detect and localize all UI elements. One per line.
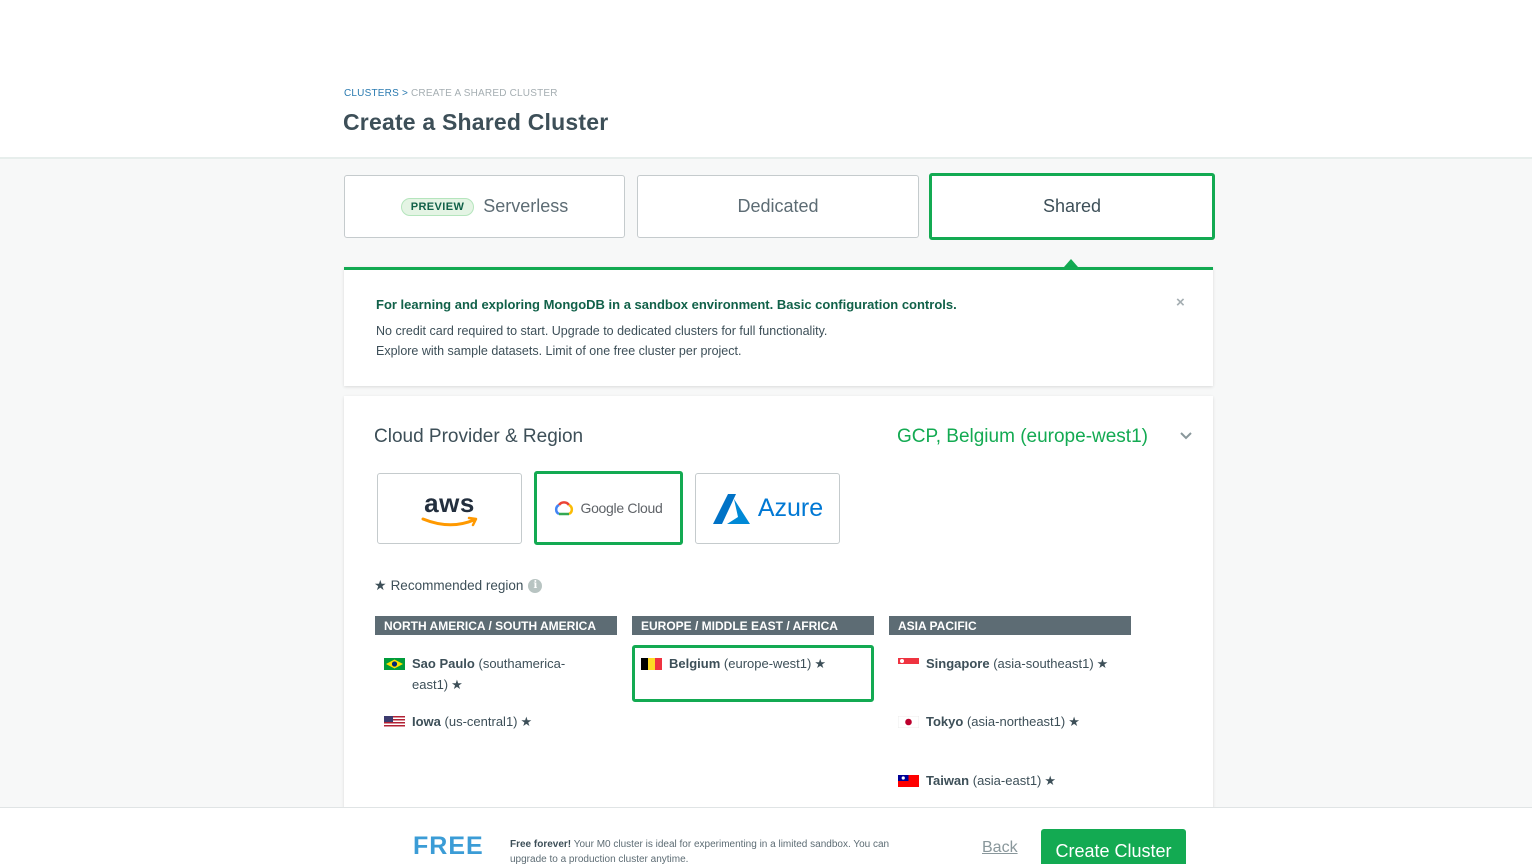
region-taiwan[interactable]: Taiwan (asia-east1) ★ <box>898 770 1138 791</box>
region-tokyo[interactable]: Tokyo (asia-northeast1) ★ <box>898 711 1138 732</box>
region-code: (southamerica- <box>478 656 566 671</box>
region-group-header-americas: NORTH AMERICA / SOUTH AMERICA <box>375 616 617 635</box>
breadcrumb: CLUSTERS > CREATE A SHARED CLUSTER <box>344 88 558 99</box>
provider-aws-card[interactable]: aws <box>377 473 522 544</box>
region-name: Tokyo <box>926 714 964 729</box>
tab-serverless[interactable]: PREVIEW Serverless <box>344 175 625 238</box>
region-iowa[interactable]: Iowa (us-central1) ★ <box>384 711 614 732</box>
breadcrumb-separator: > <box>401 88 408 99</box>
close-icon[interactable]: × <box>1176 294 1185 311</box>
price-description: Free forever! Your M0 cluster is ideal f… <box>510 837 920 864</box>
selected-tab-pointer <box>1064 259 1078 267</box>
star-icon: ★ <box>814 656 827 671</box>
tab-serverless-label: Serverless <box>483 196 569 216</box>
shared-info-banner: For learning and exploring MongoDB in a … <box>344 267 1213 386</box>
recommended-legend: ★ Recommended region i <box>374 577 543 594</box>
region-sao-paulo[interactable]: Sao Paulo (southamerica- east1) ★ <box>384 653 614 695</box>
region-name: Iowa <box>412 714 441 729</box>
google-cloud-icon <box>555 501 574 516</box>
banner-title: For learning and exploring MongoDB in a … <box>376 297 957 312</box>
preview-badge: PREVIEW <box>400 197 475 216</box>
create-cluster-button[interactable]: Create Cluster <box>1041 829 1186 864</box>
azure-label: Azure <box>757 494 824 522</box>
price-label: FREE <box>413 832 484 860</box>
region-belgium[interactable]: Belgium (europe-west1) ★ <box>641 653 869 674</box>
tab-dedicated-label: Dedicated <box>737 196 819 216</box>
star-icon: ★ <box>451 677 463 692</box>
region-code: (us-central1) <box>444 714 518 729</box>
page-title: Create a Shared Cluster <box>343 109 609 135</box>
region-code: (asia-southeast1) <box>993 656 1094 671</box>
back-link[interactable]: Back <box>982 839 1018 857</box>
usa-flag-icon <box>384 716 405 728</box>
region-code: (asia-northeast1) <box>966 714 1066 729</box>
aws-smile-icon <box>421 516 477 526</box>
star-icon: ★ <box>374 577 387 593</box>
tab-dedicated[interactable]: Dedicated <box>637 175 919 238</box>
tab-shared[interactable]: Shared <box>929 173 1215 240</box>
region-singapore[interactable]: Singapore (asia-southeast1) ★ <box>898 653 1138 674</box>
region-group-header-emea: EUROPE / MIDDLE EAST / AFRICA <box>632 616 874 635</box>
japan-flag-icon <box>898 716 919 728</box>
region-code: (europe-west1) <box>723 656 812 671</box>
selected-region-summary[interactable]: GCP, Belgium (europe-west1) <box>897 426 1148 448</box>
banner-line-1: No credit card required to start. Upgrad… <box>376 324 828 338</box>
star-icon: ★ <box>520 714 533 729</box>
provider-azure-card[interactable]: Azure <box>695 473 840 544</box>
region-name: Sao Paulo <box>412 656 475 671</box>
azure-icon <box>712 493 750 524</box>
breadcrumb-clusters-link[interactable]: CLUSTERS <box>344 88 399 99</box>
star-icon: ★ <box>1044 773 1057 788</box>
region-name: Taiwan <box>926 773 970 788</box>
region-code: (asia-east1) <box>972 773 1042 788</box>
gcp-label: Google Cloud <box>580 500 663 516</box>
aws-label: aws <box>424 487 475 518</box>
banner-line-2: Explore with sample datasets. Limit of o… <box>376 344 742 358</box>
star-icon: ★ <box>1096 656 1109 671</box>
page-header: CLUSTERS > CREATE A SHARED CLUSTER Create … <box>0 0 1532 159</box>
footer-bar: FREE Free forever! Your M0 cluster is id… <box>0 807 1532 864</box>
region-name: Belgium <box>669 656 721 671</box>
cloud-provider-panel: Cloud Provider & Region GCP, Belgium (eu… <box>344 396 1213 816</box>
singapore-flag-icon <box>898 658 919 670</box>
region-name: Singapore <box>926 656 990 671</box>
info-icon[interactable]: i <box>528 578 543 593</box>
brazil-flag-icon <box>384 658 405 670</box>
breadcrumb-current: CREATE A SHARED CLUSTER <box>411 88 558 99</box>
belgium-flag-icon <box>641 658 662 670</box>
star-icon: ★ <box>1068 714 1080 729</box>
tab-shared-label: Shared <box>1042 196 1102 216</box>
price-description-bold: Free forever! <box>510 839 572 850</box>
region-group-header-apac: ASIA PACIFIC <box>889 616 1131 635</box>
region-code-cont: east1) <box>412 677 449 692</box>
taiwan-flag-icon <box>898 775 919 787</box>
chevron-down-icon[interactable] <box>1178 428 1194 444</box>
section-title: Cloud Provider & Region <box>374 426 584 447</box>
aws-logo: aws <box>420 490 480 528</box>
provider-gcp-card[interactable]: Google Cloud <box>534 471 683 545</box>
recommended-label: Recommended region <box>390 578 524 593</box>
